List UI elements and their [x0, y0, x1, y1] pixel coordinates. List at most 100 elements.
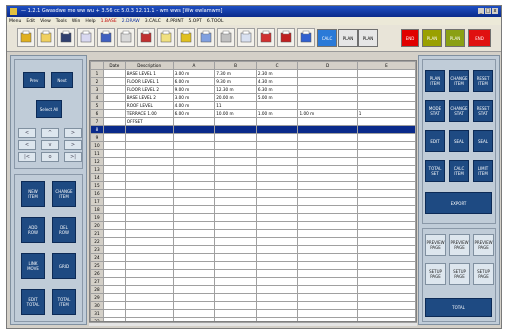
grid-column-header[interactable]: B	[214, 61, 257, 70]
file-icon[interactable]	[37, 28, 55, 47]
grid-cell[interactable]	[102, 141, 126, 150]
total-button[interactable]: TOTAL	[425, 298, 492, 317]
grid-cell[interactable]	[356, 77, 416, 86]
next-button[interactable]: Next	[51, 72, 73, 88]
grid-cell[interactable]	[297, 309, 358, 318]
grid-cell[interactable]	[297, 85, 358, 94]
toolbar-button-plan-1[interactable]: PLAN	[422, 29, 442, 47]
menu-item-2-draw[interactable]: 2.DRAW	[122, 19, 140, 24]
grid-cell[interactable]	[214, 245, 257, 254]
grid-cell[interactable]	[124, 261, 174, 270]
grid-cell[interactable]	[172, 229, 216, 238]
grid-cell[interactable]	[102, 277, 126, 286]
grid-cell[interactable]	[356, 125, 416, 134]
grid-cell[interactable]	[297, 253, 358, 262]
grid-cell[interactable]: 9.30 m	[214, 77, 257, 86]
edit-button-calc-item[interactable]: CALC ITEM	[449, 160, 469, 182]
grid-cell[interactable]	[356, 181, 416, 190]
table-row[interactable]: 12	[90, 157, 416, 166]
grid-cell[interactable]	[356, 173, 416, 182]
grid-cell[interactable]	[102, 213, 126, 222]
grid-cell[interactable]	[172, 309, 216, 318]
grid-cell[interactable]	[356, 237, 416, 246]
edit-button-reset-stat[interactable]: RESET STAT	[473, 100, 493, 122]
grid-cell[interactable]	[172, 157, 216, 166]
grid-cell[interactable]: 6.30 m	[255, 85, 299, 94]
grid-cell[interactable]	[255, 221, 299, 230]
grid-column-header[interactable]: E	[356, 61, 416, 70]
grid-column-header[interactable]: Date	[102, 61, 126, 70]
grid-cell[interactable]	[102, 157, 126, 166]
nav-arrow-button[interactable]: >|	[64, 152, 82, 162]
grid-cell[interactable]	[356, 69, 416, 78]
grid-cell[interactable]	[102, 93, 126, 102]
table-row[interactable]: 30	[90, 301, 416, 310]
edit-button-reset-item[interactable]: RESET ITEM	[473, 70, 493, 92]
grid-cell[interactable]	[102, 197, 126, 206]
maximize-button[interactable]: □	[485, 8, 491, 14]
export-button[interactable]: EXPORT	[425, 192, 492, 214]
grid-cell[interactable]	[356, 229, 416, 238]
grid-cell[interactable]	[124, 285, 174, 294]
grid-cell[interactable]	[214, 205, 257, 214]
action-button-del-row[interactable]: DEL ROW	[52, 217, 76, 243]
grid-cell[interactable]	[214, 253, 257, 262]
grid-cell[interactable]	[102, 229, 126, 238]
table-icon[interactable]	[217, 28, 235, 47]
grid-cell[interactable]	[214, 213, 257, 222]
action-button-grid[interactable]: GRID	[52, 253, 76, 279]
grid-cell[interactable]	[297, 245, 358, 254]
table-row[interactable]: 28	[90, 285, 416, 294]
edit-button-limit-item[interactable]: LIMIT ITEM	[473, 160, 493, 182]
grid-cell[interactable]	[102, 165, 126, 174]
grid-cell[interactable]	[297, 77, 358, 86]
grid-cell[interactable]	[102, 149, 126, 158]
check-icon[interactable]	[277, 28, 295, 47]
grid-cell[interactable]	[255, 125, 299, 134]
grid-cell[interactable]	[255, 189, 299, 198]
grid-cell[interactable]	[102, 101, 126, 110]
grid-cell[interactable]	[356, 101, 416, 110]
grid-cell[interactable]	[124, 277, 174, 286]
grid-cell[interactable]	[172, 237, 216, 246]
grid-cell[interactable]: 9.00 m	[172, 85, 216, 94]
grid-cell[interactable]	[124, 181, 174, 190]
undo-icon[interactable]	[197, 28, 215, 47]
grid-cell[interactable]	[297, 165, 358, 174]
grid-cell[interactable]	[172, 149, 216, 158]
grid-cell[interactable]	[356, 301, 416, 310]
print-button-setup-page[interactable]: SETUP PAGE	[473, 263, 494, 285]
grid-cell[interactable]	[214, 157, 257, 166]
grid-cell[interactable]	[297, 141, 358, 150]
grid-cell[interactable]	[102, 125, 126, 134]
grid-cell[interactable]	[172, 269, 216, 278]
grid-cell[interactable]	[255, 277, 299, 286]
grid-cell[interactable]	[255, 253, 299, 262]
list-icon[interactable]	[117, 28, 135, 47]
layout-icon[interactable]	[157, 28, 175, 47]
menu-item-6-tool[interactable]: 6.TOOL	[207, 19, 224, 24]
grid-cell[interactable]	[255, 157, 299, 166]
grid-cell[interactable]: 3.00 m	[172, 69, 216, 78]
nav-arrow-button[interactable]: ^	[41, 128, 59, 138]
action-button-new-item[interactable]: NEW ITEM	[21, 181, 45, 207]
print-button-setup-page[interactable]: SETUP PAGE	[449, 263, 470, 285]
grid-cell[interactable]	[255, 133, 299, 142]
grid-cell[interactable]	[172, 205, 216, 214]
table-row[interactable]: 23	[90, 245, 416, 254]
grid-column-header[interactable]: D	[297, 61, 358, 70]
grid-cell[interactable]	[297, 93, 358, 102]
grid-cell[interactable]	[172, 117, 216, 126]
grid-cell[interactable]	[214, 197, 257, 206]
grid-cell[interactable]	[356, 221, 416, 230]
data-grid[interactable]: Date Description A B C D E 1 BASE LEVEL 1 3.00 m…	[89, 60, 417, 322]
grid-cell[interactable]	[172, 285, 216, 294]
grid-cell[interactable]	[356, 149, 416, 158]
print-button-preview-page[interactable]: PREVIEW PAGE	[425, 234, 446, 256]
grid-cell[interactable]	[297, 133, 358, 142]
grid-cell[interactable]	[356, 213, 416, 222]
table-row[interactable]: 6 TERRACE 1.00 6.00 m 10.00 m 1.00 m 1.00 m1	[90, 109, 416, 118]
horizontal-scrollbar[interactable]	[89, 322, 417, 326]
grid-cell[interactable]	[102, 253, 126, 262]
toolbar-button-end-0[interactable]: END	[401, 29, 419, 47]
